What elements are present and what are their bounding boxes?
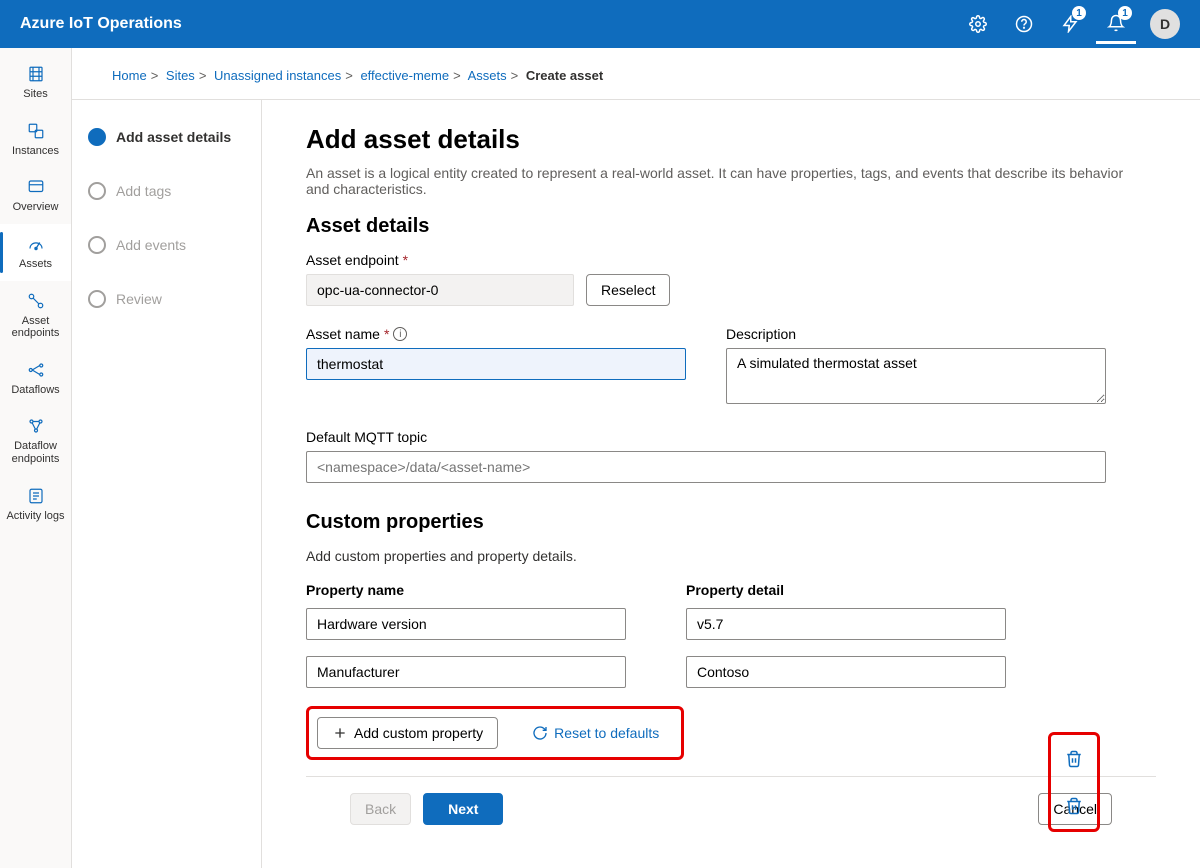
- delete-property-button[interactable]: [1061, 746, 1087, 772]
- feedback-icon[interactable]: 1: [1050, 4, 1090, 44]
- breadcrumb: Home> Sites> Unassigned instances> effec…: [72, 48, 1200, 100]
- reselect-button[interactable]: Reselect: [586, 274, 670, 306]
- property-name-input[interactable]: [306, 608, 626, 640]
- crumb-unassigned[interactable]: Unassigned instances: [214, 68, 341, 83]
- nav-label: Activity logs: [2, 510, 69, 523]
- page-intro: An asset is a logical entity created to …: [306, 165, 1126, 197]
- description-label: Description: [726, 326, 1106, 342]
- delete-property-button[interactable]: [1061, 793, 1087, 819]
- property-name-input[interactable]: [306, 656, 626, 688]
- step-circle-icon: [88, 236, 106, 254]
- feedback-badge: 1: [1072, 6, 1086, 20]
- step-add-tags[interactable]: Add tags: [88, 182, 245, 200]
- form-pane: Add asset details An asset is a logical …: [262, 100, 1200, 868]
- endpoint-field: [306, 274, 574, 306]
- nav-asset-endpoints[interactable]: Asset endpoints: [0, 281, 71, 350]
- nav-instances[interactable]: Instances: [0, 111, 71, 168]
- description-input[interactable]: A simulated thermostat asset: [726, 348, 1106, 404]
- dataflow-endpoints-icon: [2, 414, 69, 438]
- next-button[interactable]: Next: [423, 793, 503, 825]
- nav-sites[interactable]: Sites: [0, 54, 71, 111]
- custom-heading: Custom properties: [306, 511, 1156, 534]
- back-button: Back: [350, 793, 411, 825]
- step-label: Add tags: [116, 183, 171, 199]
- step-review[interactable]: Review: [88, 290, 245, 308]
- crumb-sites[interactable]: Sites: [166, 68, 195, 83]
- property-detail-input[interactable]: [686, 656, 1006, 688]
- add-custom-button[interactable]: Add custom property: [317, 717, 498, 749]
- property-row: [306, 608, 1046, 640]
- property-row: [306, 656, 1046, 688]
- nav-label: Instances: [2, 145, 69, 158]
- crumb-current: Create asset: [526, 68, 603, 83]
- mqtt-input[interactable]: [306, 451, 1106, 483]
- mqtt-label: Default MQTT topic: [306, 429, 1106, 445]
- nav-assets[interactable]: Assets: [0, 224, 71, 281]
- propname-header: Property name: [306, 582, 626, 598]
- nav-label: Assets: [2, 258, 69, 271]
- notifications-badge: 1: [1118, 6, 1132, 20]
- crumb-assets[interactable]: Assets: [468, 68, 507, 83]
- asset-name-label: Asset name* i: [306, 326, 686, 342]
- info-icon[interactable]: i: [393, 327, 407, 341]
- left-nav: Sites Instances Overview Assets Asset en…: [0, 48, 72, 868]
- step-add-events[interactable]: Add events: [88, 236, 245, 254]
- app-header: Azure IoT Operations 1 1 D: [0, 0, 1200, 48]
- step-label: Add asset details: [116, 129, 231, 145]
- dataflows-icon: [2, 358, 69, 382]
- reset-defaults-button[interactable]: Reset to defaults: [518, 717, 673, 749]
- step-circle-icon: [88, 290, 106, 308]
- step-circle-icon: [88, 128, 106, 146]
- instances-icon: [2, 119, 69, 143]
- highlight-annotation: Add custom property Reset to defaults: [306, 706, 684, 760]
- activity-logs-icon: [2, 484, 69, 508]
- nav-label: Overview: [2, 201, 69, 214]
- nav-activity-logs[interactable]: Activity logs: [0, 476, 71, 533]
- refresh-icon: [532, 725, 548, 741]
- endpoint-label: Asset endpoint*: [306, 252, 1156, 268]
- plus-icon: [332, 725, 348, 741]
- details-heading: Asset details: [306, 215, 1156, 238]
- nav-label: Dataflows: [2, 384, 69, 397]
- custom-sub: Add custom properties and property detai…: [306, 548, 1156, 564]
- assets-icon: [2, 232, 69, 256]
- avatar[interactable]: D: [1150, 9, 1180, 39]
- asset-name-input[interactable]: [306, 348, 686, 380]
- crumb-instance[interactable]: effective-meme: [360, 68, 449, 83]
- help-icon[interactable]: [1004, 4, 1044, 44]
- step-asset-details[interactable]: Add asset details: [88, 128, 245, 146]
- nav-dataflows[interactable]: Dataflows: [0, 350, 71, 407]
- asset-endpoints-icon: [2, 289, 69, 313]
- nav-dataflow-endpoints[interactable]: Dataflow endpoints: [0, 406, 71, 475]
- overview-icon: [2, 175, 69, 199]
- step-label: Review: [116, 291, 162, 307]
- notifications-icon[interactable]: 1: [1096, 4, 1136, 44]
- nav-label: Dataflow endpoints: [2, 440, 69, 465]
- highlight-annotation: [1048, 732, 1100, 832]
- nav-label: Sites: [2, 88, 69, 101]
- step-circle-icon: [88, 182, 106, 200]
- propdetail-header: Property detail: [686, 582, 1006, 598]
- brand-title: Azure IoT Operations: [20, 15, 958, 33]
- nav-overview[interactable]: Overview: [0, 167, 71, 224]
- wizard-steps: Add asset details Add tags Add events Re…: [72, 100, 262, 868]
- step-label: Add events: [116, 237, 186, 253]
- settings-icon[interactable]: [958, 4, 998, 44]
- page-title: Add asset details: [306, 124, 1156, 155]
- nav-label: Asset endpoints: [2, 315, 69, 340]
- sites-icon: [2, 62, 69, 86]
- crumb-home[interactable]: Home: [112, 68, 147, 83]
- property-detail-input[interactable]: [686, 608, 1006, 640]
